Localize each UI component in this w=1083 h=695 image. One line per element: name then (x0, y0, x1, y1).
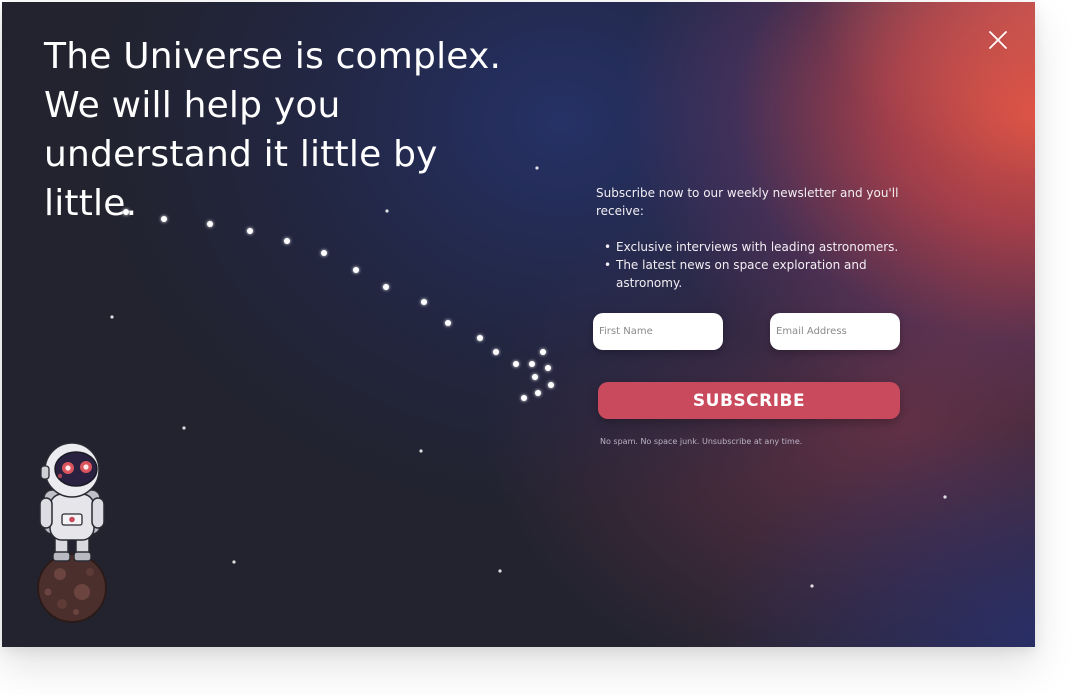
star (943, 495, 947, 499)
star (419, 449, 423, 453)
benefit-item: • The latest news on space exploration a… (602, 256, 906, 292)
star (477, 335, 483, 341)
first-name-field[interactable] (593, 313, 723, 350)
fineprint: No spam. No space junk. Unsubscribe at a… (600, 437, 803, 446)
star (529, 361, 535, 367)
planet-icon (37, 553, 107, 623)
newsletter-form: Subscribe now to our weekly newsletter a… (593, 184, 906, 446)
star (548, 382, 554, 388)
star (110, 315, 114, 319)
star (498, 569, 502, 573)
star (284, 238, 290, 244)
star (321, 250, 327, 256)
star (521, 395, 527, 401)
bullet: • (604, 258, 612, 272)
astronaut-icon (37, 442, 107, 623)
star (383, 284, 389, 290)
star (532, 374, 538, 380)
star (810, 584, 814, 588)
benefit-item: • Exclusive interviews with leading astr… (602, 238, 906, 256)
subscribe-button[interactable]: SUBSCRIBE (598, 382, 900, 419)
email-field[interactable] (770, 313, 900, 350)
close-button[interactable] (984, 26, 1012, 54)
benefit-text: The latest news on space exploration and… (616, 258, 867, 290)
close-icon (989, 31, 1007, 49)
benefit-text: Exclusive interviews with leading astron… (616, 240, 899, 254)
star (445, 320, 451, 326)
star (540, 349, 546, 355)
star (513, 361, 519, 367)
newsletter-modal: The Universe is complex. We will help yo… (2, 2, 1035, 647)
star (493, 349, 499, 355)
star (545, 365, 551, 371)
benefits-list: • Exclusive interviews with leading astr… (596, 238, 906, 292)
bullet: • (604, 240, 612, 254)
star (421, 299, 427, 305)
newsletter-intro: Subscribe now to our weekly newsletter a… (596, 186, 899, 218)
star (232, 560, 236, 564)
star (182, 426, 186, 430)
star (247, 228, 253, 234)
headline: The Universe is complex. We will help yo… (44, 36, 502, 224)
star (535, 390, 541, 396)
star (353, 267, 359, 273)
star (535, 166, 539, 170)
